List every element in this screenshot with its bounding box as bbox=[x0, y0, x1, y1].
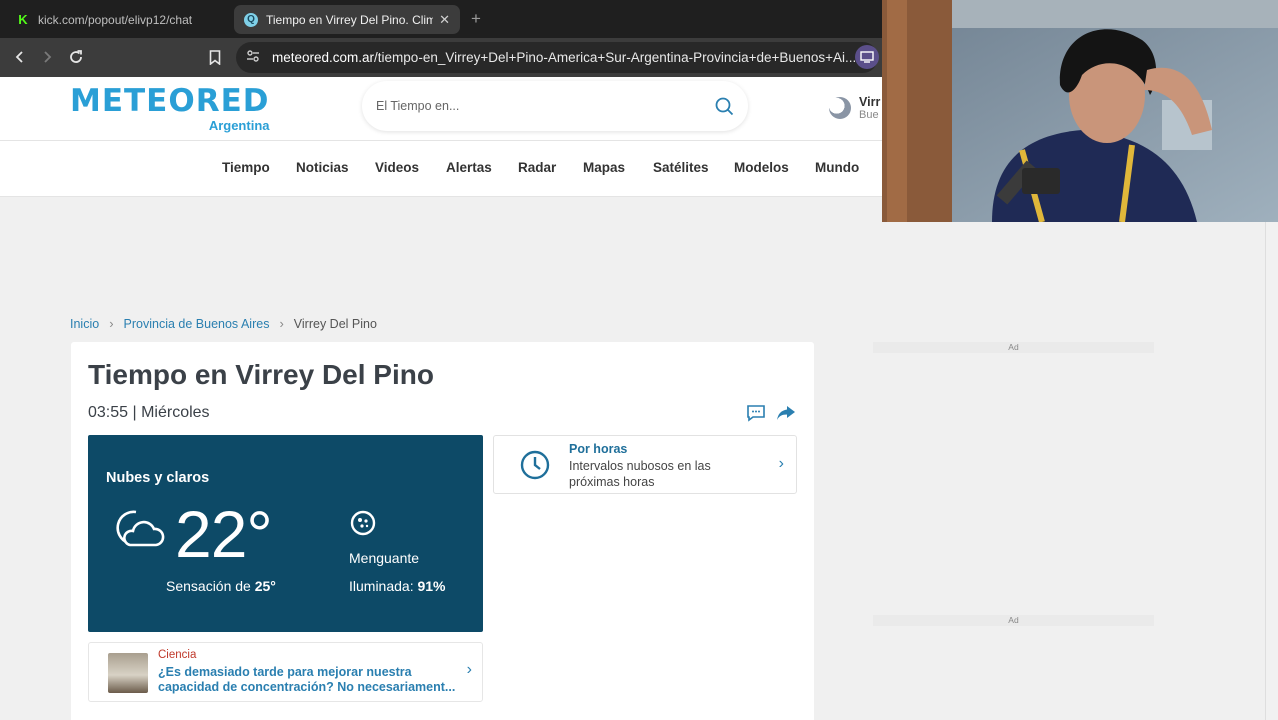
new-tab-icon[interactable]: + bbox=[471, 9, 481, 29]
logo-text: METEORED bbox=[70, 83, 270, 119]
chevron-right-icon: › bbox=[109, 316, 114, 331]
chevron-right-icon: › bbox=[466, 661, 472, 678]
moon-phase: Menguante bbox=[349, 550, 420, 566]
tab-label: Tiempo en Virrey Del Pino. Clima bbox=[266, 12, 434, 27]
kick-favicon-icon: K bbox=[16, 12, 30, 27]
breadcrumb-inicio[interactable]: Inicio bbox=[70, 317, 99, 331]
breadcrumb: Inicio › Provincia de Buenos Aires › Vir… bbox=[70, 316, 377, 331]
ad-label: Ad bbox=[873, 342, 1154, 353]
condition-text: Nubes y claros bbox=[106, 470, 210, 486]
nav-mapas[interactable]: Mapas bbox=[583, 160, 625, 175]
clock-icon bbox=[520, 450, 550, 485]
current-location[interactable]: Virr Bue bbox=[829, 95, 880, 121]
moon-phase-icon bbox=[350, 510, 376, 541]
nav-satelites[interactable]: Satélites bbox=[653, 160, 709, 175]
feels-like: Sensación de 25° bbox=[166, 578, 276, 594]
news-title: ¿Es demasiado tarde para mejorar nuestra… bbox=[158, 665, 456, 694]
news-category: Ciencia bbox=[158, 649, 197, 661]
location-name: Virr bbox=[859, 95, 881, 109]
reload-icon[interactable] bbox=[65, 46, 87, 68]
local-time: 03:55 | Miércoles bbox=[88, 404, 210, 421]
nav-alertas[interactable]: Alertas bbox=[446, 160, 492, 175]
cloudy-night-icon bbox=[114, 507, 166, 558]
tab-kick-chat[interactable]: K kick.com/popout/elivp12/chat bbox=[6, 5, 228, 34]
address-bar[interactable]: meteored.com.ar/tiempo-en_Virrey+Del+Pin… bbox=[236, 42, 878, 73]
webcam-overlay bbox=[882, 0, 1278, 222]
search-icon[interactable] bbox=[715, 97, 734, 121]
hourly-title: Por horas bbox=[569, 442, 628, 456]
nav-tiempo[interactable]: Tiempo bbox=[222, 160, 270, 175]
hourly-forecast-link[interactable]: Por horas Intervalos nubosos en las próx… bbox=[493, 435, 797, 494]
nav-noticias[interactable]: Noticias bbox=[296, 160, 349, 175]
page-title: Tiempo en Virrey Del Pino bbox=[88, 359, 434, 390]
weather-card: Tiempo en Virrey Del Pino 03:55 | Miérco… bbox=[71, 342, 814, 720]
meteored-favicon-icon: Q bbox=[244, 12, 258, 27]
nav-videos[interactable]: Videos bbox=[375, 160, 419, 175]
comment-icon[interactable] bbox=[745, 402, 767, 424]
chevron-right-icon: › bbox=[778, 455, 784, 472]
location-sub: Bue bbox=[859, 109, 879, 121]
nav-mundo[interactable]: Mundo bbox=[815, 160, 859, 175]
url-path: /tiempo-en_Virrey+Del+Pino-America+Sur-A… bbox=[374, 50, 857, 65]
site-settings-icon[interactable] bbox=[246, 50, 260, 65]
back-icon[interactable] bbox=[9, 46, 31, 68]
url-domain: meteored.com.ar bbox=[272, 50, 375, 65]
logo-country: Argentina bbox=[208, 118, 270, 133]
moon-icon bbox=[829, 97, 851, 119]
breadcrumb-provincia[interactable]: Provincia de Buenos Aires bbox=[124, 317, 270, 331]
feels-value: 25° bbox=[254, 578, 276, 594]
share-icon[interactable] bbox=[775, 402, 797, 424]
search-input[interactable] bbox=[376, 99, 676, 113]
url-text: meteored.com.ar/tiempo-en_Virrey+Del+Pin… bbox=[272, 50, 856, 65]
breadcrumb-current: Virrey Del Pino bbox=[293, 316, 377, 331]
illum-label: Iluminada: bbox=[349, 578, 418, 594]
nav-modelos[interactable]: Modelos bbox=[734, 160, 789, 175]
hourly-description: Intervalos nubosos en las próximas horas bbox=[569, 459, 711, 489]
forward-icon[interactable] bbox=[36, 46, 58, 68]
search-box bbox=[362, 81, 748, 131]
screen: K kick.com/popout/elivp12/chat Q Tiempo … bbox=[0, 0, 1278, 720]
tab-label: kick.com/popout/elivp12/chat bbox=[38, 12, 193, 27]
temperature: 22° bbox=[175, 497, 273, 571]
close-tab-icon[interactable]: ✕ bbox=[439, 12, 450, 28]
illum-value: 91% bbox=[417, 578, 446, 594]
news-thumbnail bbox=[108, 653, 148, 693]
feels-label: Sensación de bbox=[166, 578, 255, 594]
meteored-logo[interactable]: METEORED Argentina bbox=[70, 83, 270, 133]
tab-meteored[interactable]: Q Tiempo en Virrey Del Pino. Clima ✕ bbox=[234, 5, 460, 34]
bookmark-icon[interactable] bbox=[204, 46, 226, 68]
current-conditions-panel: Nubes y claros 22° Sensación de 25° Meng… bbox=[88, 435, 483, 632]
ad-label: Ad bbox=[873, 615, 1154, 626]
news-teaser[interactable]: Ciencia ¿Es demasiado tarde para mejorar… bbox=[88, 642, 483, 702]
cast-icon[interactable] bbox=[855, 45, 879, 69]
moon-illumination: Iluminada: 91% bbox=[349, 578, 446, 594]
chevron-right-icon: › bbox=[279, 316, 284, 331]
nav-radar[interactable]: Radar bbox=[518, 160, 556, 175]
